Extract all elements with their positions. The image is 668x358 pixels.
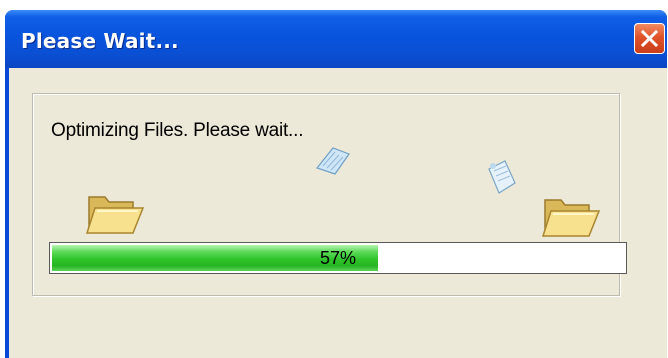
- close-icon: [641, 30, 658, 47]
- status-message: Optimizing Files. Please wait...: [51, 120, 304, 141]
- flying-file-icon: [315, 147, 350, 175]
- dialog-body: Optimizing Files. Please wait... 57%: [9, 68, 667, 358]
- animation-panel: Optimizing Files. Please wait... 57%: [32, 93, 627, 296]
- progress-percent: 57%: [319, 248, 357, 268]
- progress-track: 57%: [52, 245, 624, 271]
- target-folder-icon: [541, 199, 601, 237]
- progress-bar: 57%: [49, 242, 627, 274]
- window-title: Please Wait...: [21, 29, 179, 53]
- close-button[interactable]: [634, 23, 665, 54]
- flying-file-icon: [488, 160, 516, 194]
- title-bar[interactable]: Please Wait...: [5, 10, 667, 68]
- source-folder-icon: [85, 196, 145, 234]
- dialog-window: Please Wait... Optimizing Files. Please …: [5, 10, 667, 358]
